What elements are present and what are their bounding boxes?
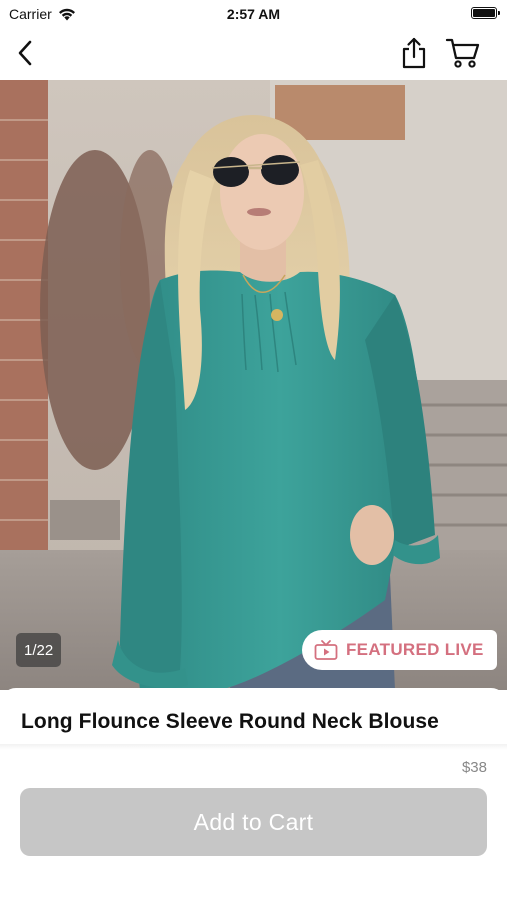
product-price: $38 — [461, 759, 487, 776]
divider — [0, 744, 507, 750]
status-bar: Carrier 2:57 AM — [0, 0, 507, 28]
live-tv-icon — [314, 640, 338, 660]
cart-icon — [445, 38, 480, 68]
product-sheet: Long Flounce Sleeve Round Neck Blouse $3… — [0, 688, 507, 900]
add-to-cart-button[interactable]: Add to Cart — [20, 788, 487, 856]
share-button[interactable] — [398, 36, 430, 70]
featured-live-label: FEATURED LIVE — [346, 640, 484, 659]
nav-bar — [0, 28, 507, 80]
image-counter-badge: 1/22 — [16, 633, 62, 667]
chevron-left-icon — [18, 40, 32, 66]
back-button[interactable] — [10, 38, 40, 68]
share-icon — [402, 37, 426, 69]
product-title: Long Flounce Sleeve Round Neck Blouse — [21, 710, 439, 733]
featured-live-badge[interactable]: FEATURED LIVE — [302, 630, 497, 670]
product-image-gallery[interactable]: 1/22 FEATURED LIVE — [0, 80, 507, 690]
product-photo — [0, 80, 507, 690]
battery-icon — [471, 7, 500, 19]
cart-button[interactable] — [443, 36, 483, 70]
status-time: 2:57 AM — [226, 6, 281, 22]
